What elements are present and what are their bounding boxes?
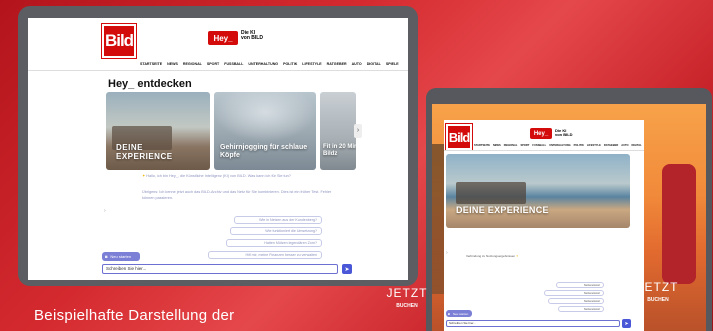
nav-item[interactable]: SPIELE — [386, 62, 399, 66]
suggestion-chip[interactable]: Hatten Mützen legendären Zorn? — [226, 239, 322, 247]
nav-item[interactable]: AUTO — [621, 144, 628, 147]
chat-icon: ◙ — [105, 254, 108, 259]
nav-item[interactable]: FUSSBALL — [224, 62, 243, 66]
nav-item[interactable]: FUSSBALL — [532, 144, 546, 147]
bild-logo-text: Bild — [104, 31, 134, 50]
reply-chip[interactable]: Nutzerantwort — [558, 306, 604, 312]
card-title: DEINE EXPERIENCE — [116, 143, 173, 161]
nav-item[interactable]: SPORT — [520, 144, 529, 147]
sparkle-icon: ✦ — [515, 254, 519, 258]
nav-item[interactable]: DIGITAL — [632, 144, 642, 147]
hey-badge-text: Hey_ — [533, 130, 549, 137]
nav-item[interactable]: LIFESTYLE — [302, 62, 321, 66]
caption: Beispielhafte Darstellung der — [34, 307, 235, 324]
nav-item[interactable]: RATGEBER — [327, 62, 347, 66]
card-brain-jogging[interactable]: Gehirnjogging für schlaue Köpfe — [214, 92, 316, 170]
new-chat-button[interactable]: ◙ Neu starten — [446, 310, 472, 317]
nav-item[interactable]: REGIONAL — [183, 62, 202, 66]
chat-input[interactable]: Schreiben Sie hier... — [102, 264, 338, 274]
nav-item[interactable]: STARTSEITE — [474, 144, 490, 147]
hero-banner[interactable]: DEINE EXPERIENCE — [446, 154, 630, 228]
nav-item[interactable]: NEWS — [493, 144, 501, 147]
reply-chip[interactable]: Nutzerantwort — [544, 290, 604, 296]
nav-item[interactable]: UNTERHALTUNG — [248, 62, 278, 66]
hey-tagline-2: von BILD — [241, 35, 263, 41]
intro-note: Übrigens: Ich kenne jetzt auch das BILD-… — [142, 190, 332, 200]
hey-tagline: Die KI von BILD — [241, 31, 263, 41]
intro-text-1: Hallo, ich bin Hey_, die Künstliche Inte… — [146, 174, 291, 178]
card-image-runner — [214, 92, 316, 142]
nav-item[interactable]: LIFESTYLE — [587, 144, 601, 147]
reply-chip[interactable]: Nutzerantwort — [556, 282, 604, 288]
bild-logo[interactable]: Bild — [445, 123, 473, 151]
new-chat-button[interactable]: ◙ Neu starten — [102, 252, 140, 261]
nav-divider — [28, 70, 408, 71]
bild-logo-text: Bild — [448, 129, 471, 145]
nav-item[interactable]: UNTERHALTUNG — [549, 144, 570, 147]
card-fitness[interactable]: Fit in 20 Min Mit Bildz — [320, 92, 356, 170]
carousel-next-icon[interactable]: › — [354, 124, 362, 138]
suggestion-chip[interactable]: Wie in Netzen aus der Kundenberg? — [234, 216, 322, 224]
right-screen: Bild Hey_ Die KI von BILD STARTSEITE NEWS… — [444, 120, 644, 331]
suitcase-image — [662, 164, 696, 284]
hey-tagline-2: von BILD — [555, 132, 573, 137]
ad-left-buchen: BUCHEN — [396, 303, 418, 309]
nav-item[interactable]: POLITIK — [574, 144, 584, 147]
chat-input[interactable]: Schreiben Sie hier... — [446, 320, 620, 327]
intro-message: ✦ Hallo, ich bin Hey_, die Künstliche In… — [142, 174, 342, 180]
nav-divider — [444, 150, 644, 151]
nav-item[interactable]: STARTSEITE — [140, 62, 162, 66]
new-chat-label: Neu starten — [452, 311, 469, 316]
chat-icon: ◙ — [448, 311, 450, 316]
collapse-chevron-icon[interactable]: › — [104, 208, 106, 214]
send-icon[interactable]: ➤ — [622, 319, 631, 328]
bild-logo[interactable]: Bild — [101, 23, 137, 59]
suggestion-chip[interactable]: Hilf mir, meine Finanzen besser zu verwa… — [208, 251, 322, 259]
send-icon[interactable]: ➤ — [342, 264, 352, 274]
reply-chip[interactable]: Nutzerantwort — [548, 298, 604, 304]
hero-title: DEINE EXPERIENCE — [456, 205, 549, 215]
hey-tagline: Die KI von BILD — [555, 129, 573, 137]
bot-message: Verbindung zu Nutzungsergebnissen ✦ — [466, 254, 518, 258]
section-title: Hey_ entdecken — [108, 78, 192, 90]
nav-item[interactable]: RATGEBER — [604, 144, 618, 147]
bot-message-text: Verbindung zu Nutzungsergebnissen — [466, 254, 516, 258]
sparkle-icon: ✦ — [142, 174, 146, 178]
suggestion-chip[interactable]: Wie funktioniert die Umsetzung? — [230, 227, 322, 235]
nav-item[interactable]: SPORT — [207, 62, 219, 66]
nav-item[interactable]: REGIONAL — [504, 144, 518, 147]
left-device-frame: Bild Hey_ Die KI von BILD STARTSEITE NEWS… — [18, 6, 418, 286]
nav-item[interactable]: POLITIK — [283, 62, 297, 66]
hey-badge-text: Hey_ — [213, 33, 233, 43]
left-screen: Bild Hey_ Die KI von BILD STARTSEITE NEWS… — [28, 18, 408, 280]
hey-badge[interactable]: Hey_ — [530, 128, 552, 139]
new-chat-label: Neu starten — [110, 254, 132, 259]
card-title: Fit in 20 Min Mit Bildz — [323, 144, 356, 157]
nav-item[interactable]: NEWS — [167, 62, 178, 66]
collapse-chevron-icon[interactable]: › — [446, 250, 448, 256]
right-device-frame: JETZT BUCHEN Bild Hey_ Die KI von BILD S… — [426, 88, 712, 331]
hero-image-lounger — [456, 182, 526, 204]
ad-left-jetzt: JETZT — [386, 286, 428, 300]
card-title: Gehirnjogging für schlaue Köpfe — [220, 144, 308, 159]
hey-badge[interactable]: Hey_ — [208, 31, 238, 45]
nav-item[interactable]: DIGITAL — [367, 62, 381, 66]
nav-item[interactable]: AUTO — [352, 62, 362, 66]
main-nav: STARTSEITE NEWS REGIONAL SPORT FUSSBALL UNTER… — [140, 62, 399, 66]
main-nav: STARTSEITE NEWS REGIONAL SPORT FUSSBALL UNTER… — [474, 144, 644, 147]
card-experience[interactable]: DEINE EXPERIENCE — [106, 92, 210, 170]
